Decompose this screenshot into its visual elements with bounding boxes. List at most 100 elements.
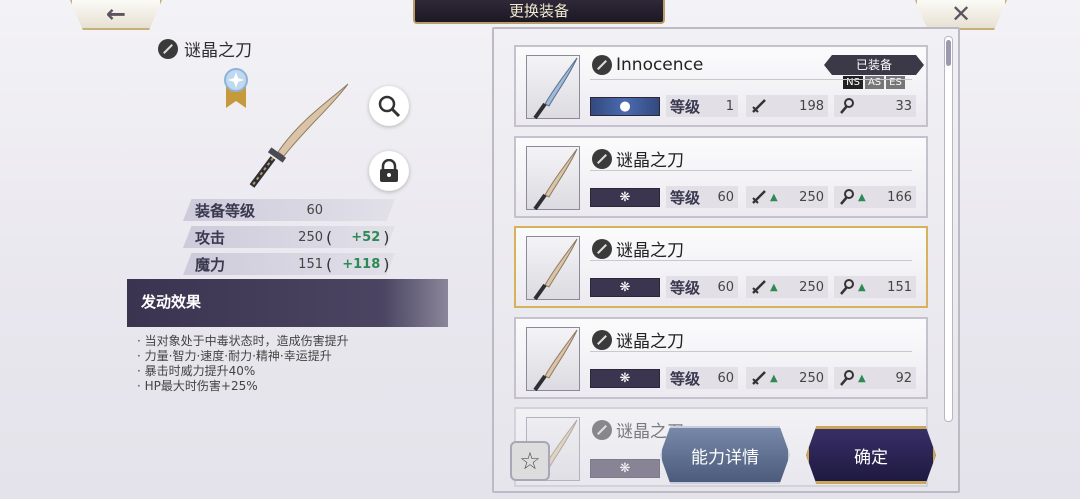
equipment-card-selected[interactable]: 谜晶之刀 ❋ 等级 60 ▲ 250 ▲ 151 bbox=[514, 226, 928, 308]
magic-box: ▲ 92 bbox=[834, 367, 916, 389]
equipment-name: Innocence bbox=[592, 55, 703, 75]
stat-label: 攻击 bbox=[195, 228, 226, 247]
effect-item: · 力量·智力·速度·耐力·精神·幸运提升 bbox=[137, 349, 332, 363]
crystal-type-box: ❋ bbox=[590, 459, 660, 478]
stat-bonus: +52 bbox=[351, 229, 381, 245]
page-title: 更换装备 bbox=[413, 0, 665, 24]
divider bbox=[590, 170, 912, 171]
level-box: 等级 1 bbox=[666, 95, 738, 117]
staff-icon bbox=[840, 370, 854, 386]
staff-icon bbox=[840, 189, 854, 205]
stat-label: 装备等级 bbox=[195, 201, 256, 220]
lock-icon bbox=[380, 159, 398, 182]
equipment-card[interactable]: Innocence 已装备 NS AS ES ● 等级 1 198 33 bbox=[514, 45, 928, 127]
up-arrow-icon: ▲ bbox=[858, 281, 866, 293]
slot-tags: NS AS ES bbox=[824, 76, 924, 89]
stat-value: 250 bbox=[298, 229, 323, 245]
scrollbar[interactable] bbox=[944, 36, 953, 422]
katana-image bbox=[533, 57, 578, 120]
equipment-name: 谜晶之刀 bbox=[592, 236, 684, 261]
up-arrow-icon: ▲ bbox=[770, 191, 778, 203]
slot-tag-es: ES bbox=[886, 76, 905, 89]
sword-type-icon bbox=[592, 238, 612, 259]
confirm-button[interactable]: 确定 bbox=[806, 426, 936, 484]
sword-icon bbox=[752, 371, 766, 385]
weapon-name-label: 谜晶之刀 bbox=[184, 41, 252, 61]
close-icon: ✕ bbox=[950, 0, 972, 28]
level-box: 等级 60 bbox=[666, 276, 738, 298]
stat-value: 60 bbox=[306, 202, 323, 218]
equipment-name: 谜晶之刀 bbox=[592, 146, 684, 171]
scroll-thumb[interactable] bbox=[946, 40, 951, 66]
blade-image bbox=[533, 238, 578, 301]
attack-box: ▲ 250 bbox=[746, 186, 828, 208]
blade-image bbox=[533, 148, 578, 211]
equipment-card[interactable]: 谜晶之刀 ❋ 等级 60 ▲ 250 ▲ 92 bbox=[514, 317, 928, 399]
equipment-thumbnail bbox=[526, 236, 580, 301]
sword-type-icon bbox=[592, 329, 612, 350]
sword-icon bbox=[752, 99, 766, 113]
equipment-thumbnail bbox=[526, 55, 580, 120]
back-arrow-icon: ← bbox=[105, 0, 127, 28]
effect-list: · 当对象处于中毒状态时，造成伤害提升 · 力量·智力·速度·耐力·精神·幸运提… bbox=[137, 334, 349, 394]
effect-header: 发动效果 bbox=[127, 279, 448, 327]
up-arrow-icon: ▲ bbox=[858, 191, 866, 203]
blade-image bbox=[533, 329, 578, 392]
crystal-icon: ❋ bbox=[619, 280, 631, 295]
sword-type-icon bbox=[592, 148, 612, 169]
stat-bonus: +118 bbox=[342, 256, 381, 272]
attack-box: ▲ 250 bbox=[746, 276, 828, 298]
back-button[interactable]: ← bbox=[70, 0, 162, 30]
crystal-icon: ❋ bbox=[619, 371, 631, 386]
weapon-image bbox=[249, 83, 349, 188]
divider bbox=[590, 79, 912, 80]
sword-icon bbox=[752, 280, 766, 294]
level-box: 等级 60 bbox=[666, 186, 738, 208]
equipment-thumbnail bbox=[526, 146, 580, 211]
attack-box: ▲ 250 bbox=[746, 367, 828, 389]
crystal-type-box: ❋ bbox=[590, 188, 660, 207]
star-icon: ☆ bbox=[519, 447, 541, 475]
effect-item: · 当对象处于中毒状态时，造成伤害提升 bbox=[137, 334, 349, 348]
crystal-type-box: ❋ bbox=[590, 369, 660, 388]
zoom-button[interactable] bbox=[369, 86, 409, 126]
character-type-box: ● bbox=[590, 97, 660, 116]
effect-item: · 暴击时威力提升40% bbox=[137, 364, 256, 378]
lock-button[interactable] bbox=[369, 151, 409, 191]
level-box: 等级 60 bbox=[666, 367, 738, 389]
stat-row-level: 装备等级 60 bbox=[183, 199, 395, 221]
stat-row-magic: 魔力 151 ( +118 ) bbox=[183, 253, 395, 275]
sword-icon bbox=[752, 190, 766, 204]
crystal-icon: ❋ bbox=[619, 190, 631, 205]
close-button[interactable]: ✕ bbox=[915, 0, 1007, 30]
slot-tag-as: AS bbox=[864, 76, 885, 89]
equipped-label: 已装备 bbox=[824, 55, 924, 75]
magic-box: ▲ 166 bbox=[834, 186, 916, 208]
equipment-thumbnail bbox=[526, 327, 580, 392]
paren-close: ) bbox=[383, 254, 390, 274]
up-arrow-icon: ▲ bbox=[770, 281, 778, 293]
sword-type-icon bbox=[592, 55, 612, 75]
crystal-type-box: ❋ bbox=[590, 278, 660, 297]
stat-row-attack: 攻击 250 ( +52 ) bbox=[183, 226, 395, 248]
staff-icon bbox=[840, 98, 854, 114]
divider bbox=[590, 351, 912, 352]
equipment-name: 谜晶之刀 bbox=[592, 327, 684, 352]
up-arrow-icon: ▲ bbox=[858, 372, 866, 384]
search-icon bbox=[378, 95, 401, 118]
stat-value: 151 bbox=[298, 256, 323, 272]
divider bbox=[590, 260, 912, 261]
equipment-card[interactable]: 谜晶之刀 ❋ 等级 60 ▲ 250 ▲ 166 bbox=[514, 136, 928, 218]
weapon-name: 谜晶之刀 bbox=[158, 36, 252, 61]
crystal-icon: ❋ bbox=[619, 461, 631, 476]
ability-detail-button[interactable]: 能力详情 bbox=[660, 426, 790, 484]
favorite-button[interactable]: ☆ bbox=[510, 441, 550, 481]
sword-type-icon bbox=[158, 38, 178, 59]
person-icon: ● bbox=[619, 99, 631, 114]
magic-box: 33 bbox=[834, 95, 916, 117]
attack-box: 198 bbox=[746, 95, 828, 117]
equipped-badge: 已装备 NS AS ES bbox=[824, 55, 924, 91]
magic-box: ▲ 151 bbox=[834, 276, 916, 298]
stat-label: 魔力 bbox=[195, 255, 226, 274]
up-arrow-icon: ▲ bbox=[770, 372, 778, 384]
